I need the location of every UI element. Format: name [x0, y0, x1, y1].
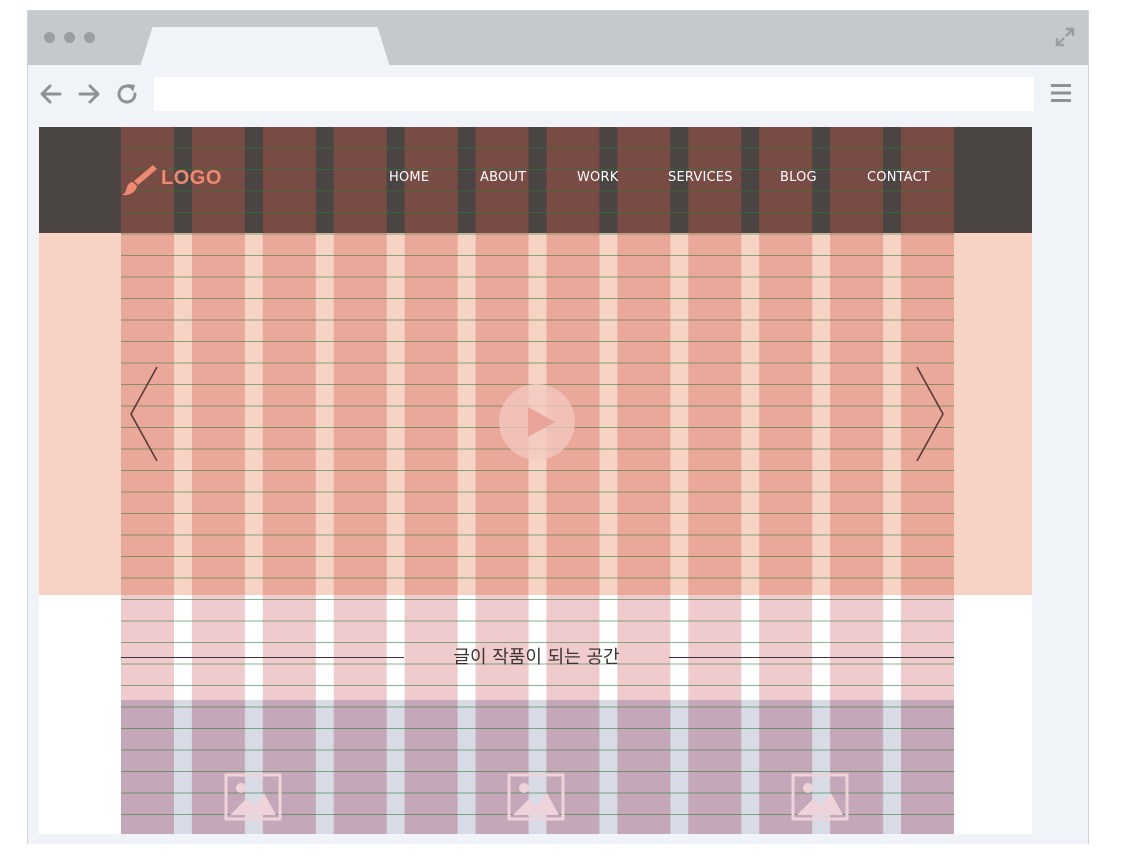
nav-link-about[interactable]: ABOUT: [480, 170, 526, 185]
grid-column: [121, 595, 174, 700]
play-icon[interactable]: [498, 383, 576, 461]
menu-icon[interactable]: [1050, 81, 1072, 105]
title-rule-left: [121, 657, 404, 658]
grid-column: [901, 595, 954, 700]
image-placeholder-icon[interactable]: [507, 773, 565, 821]
grid-column: [191, 595, 245, 700]
nav-link-blog[interactable]: BLOG: [780, 170, 817, 185]
grid-column: [688, 595, 742, 700]
grid-column: [191, 233, 245, 595]
grid-column: [404, 700, 458, 834]
nav-link-contact[interactable]: CONTACT: [867, 170, 930, 185]
grid-column: [262, 127, 316, 233]
grid-column: [333, 595, 387, 700]
grid-column: [333, 127, 387, 233]
grid-column: [688, 700, 742, 834]
back-arrow-icon[interactable]: [38, 81, 64, 107]
grid-column: [688, 233, 742, 595]
grid-column: [830, 595, 884, 700]
grid-column: [404, 233, 458, 595]
nav-link-work[interactable]: WORK: [577, 170, 618, 185]
grid-column: [333, 700, 387, 834]
grid-column: [759, 595, 813, 700]
tab-bar: [28, 11, 1088, 67]
grid-column: [262, 233, 316, 595]
grid-column: [617, 700, 671, 834]
expand-icon[interactable]: [1054, 26, 1076, 48]
page-viewport: LOGO HOME ABOUT WORK SERVICES BLOG CONTA…: [39, 127, 1032, 834]
title-rule-right: [669, 657, 954, 658]
image-placeholder-icon[interactable]: [791, 773, 849, 821]
reload-icon[interactable]: [114, 81, 140, 107]
grid-column: [901, 700, 954, 834]
image-placeholder-icon[interactable]: [224, 773, 282, 821]
grid-overlay: [121, 127, 954, 834]
browser-tab[interactable]: [140, 27, 390, 67]
window-dot-minimize[interactable]: [64, 32, 75, 43]
grid-column: [333, 233, 387, 595]
grid-column: [617, 127, 671, 233]
paintbrush-icon: [122, 165, 157, 196]
logo-text: LOGO: [161, 167, 222, 189]
chevron-right-icon[interactable]: [913, 365, 947, 463]
window-dot-close[interactable]: [44, 32, 55, 43]
grid-column: [121, 700, 174, 834]
chevron-left-icon[interactable]: [127, 365, 161, 463]
grid-column: [262, 595, 316, 700]
window-dot-maximize[interactable]: [84, 32, 95, 43]
nav-link-services[interactable]: SERVICES: [668, 170, 733, 185]
grid-column: [830, 233, 884, 595]
grid-column: [617, 233, 671, 595]
nav-link-home[interactable]: HOME: [389, 170, 429, 185]
section-title: 글이 작품이 되는 공간: [453, 647, 620, 668]
grid-column: [759, 233, 813, 595]
forward-arrow-icon[interactable]: [76, 81, 102, 107]
address-bar[interactable]: [154, 77, 1034, 111]
